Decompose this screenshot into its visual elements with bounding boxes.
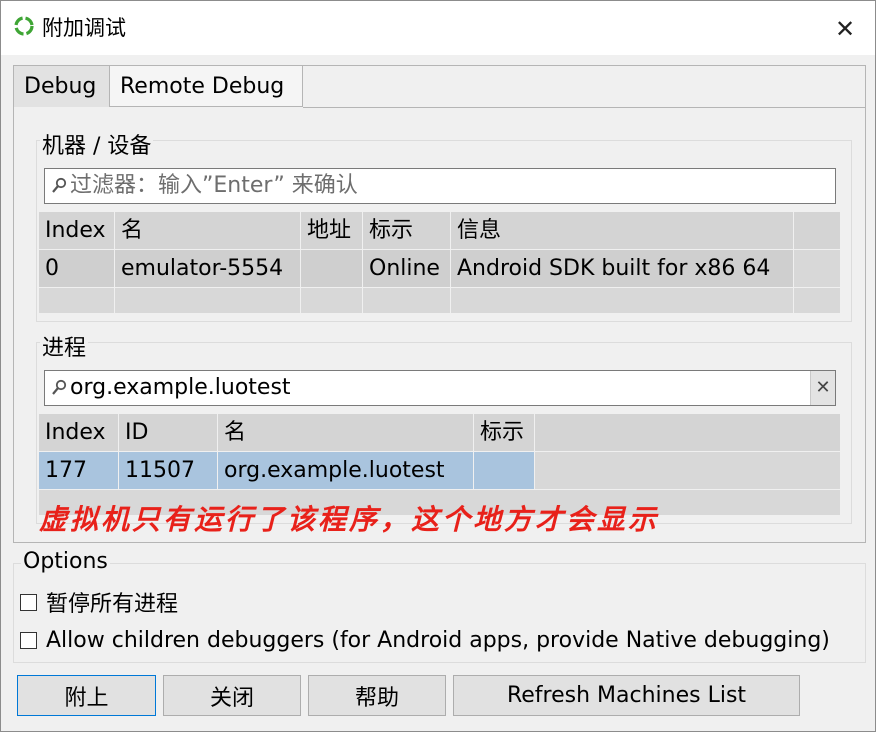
column-header[interactable]: ID [119, 414, 218, 451]
table-cell: Online [363, 250, 451, 287]
refresh-cycle-icon [13, 15, 35, 37]
close-button[interactable]: 关闭 [163, 675, 301, 716]
machines-group-title: 机器 / 设备 [40, 128, 154, 160]
table-row[interactable]: 0 emulator-5554 Online Android SDK built… [39, 250, 841, 287]
column-header[interactable]: 名 [115, 212, 301, 249]
column-header[interactable]: 信息 [451, 212, 794, 249]
table-cell: Android SDK built for x86 64 [451, 250, 794, 287]
table-cell: emulator-5554 [115, 250, 301, 287]
search-icon [48, 169, 70, 203]
machine-filter-input[interactable]: 过滤器：输入”Enter” 来确认 [44, 168, 836, 204]
checkbox-box[interactable] [20, 593, 37, 611]
table-cell-empty [451, 288, 794, 313]
allow-children-debuggers-checkbox[interactable]: Allow children debuggers (for Android ap… [20, 627, 830, 653]
column-header-filler [535, 414, 841, 451]
table-cell: 177 [39, 452, 119, 489]
table-cell [301, 250, 363, 287]
machines-header-row: Index 名 地址 标示 信息 [39, 212, 841, 249]
tab-strip-filler [303, 66, 865, 108]
close-icon[interactable]: ✕ [827, 13, 863, 45]
table-cell: org.example.luotest [218, 452, 474, 489]
process-filter-value: org.example.luotest [70, 375, 291, 400]
processes-header-row: Index ID 名 标示 [39, 414, 841, 451]
processes-group-title: 进程 [40, 330, 89, 362]
tab-debug[interactable]: Debug [14, 66, 110, 107]
table-row[interactable]: 177 11507 org.example.luotest [39, 452, 841, 489]
machines-table: Index 名 地址 标示 信息 0 emulator-5554 Online … [39, 212, 841, 315]
search-icon [48, 371, 70, 405]
column-header[interactable]: 地址 [301, 212, 363, 249]
attach-button[interactable]: 附上 [17, 675, 156, 716]
machine-filter-placeholder: 过滤器：输入”Enter” 来确认 [70, 173, 358, 198]
red-annotation-text: 虚拟机只有运行了该程序，这个地方才会显示 [39, 503, 660, 536]
clear-icon[interactable]: ✕ [810, 371, 835, 405]
table-cell-filler [794, 250, 841, 287]
refresh-machines-button[interactable]: Refresh Machines List [453, 675, 800, 716]
pause-all-label: 暂停所有进程 [46, 592, 179, 617]
attach-debug-dialog: 附加调试 ✕ Debug Remote Debug 机器 / 设备 过滤器：输入… [0, 0, 876, 732]
column-header[interactable]: Index [39, 212, 115, 249]
window-title: 附加调试 [42, 16, 126, 40]
checkbox-box[interactable] [20, 631, 37, 649]
table-cell-empty [115, 288, 301, 313]
table-cell-empty [363, 288, 451, 313]
table-cell: 0 [39, 250, 115, 287]
allow-children-label: Allow children debuggers (for Android ap… [46, 627, 830, 653]
table-cell-empty [301, 288, 363, 313]
table-cell: 11507 [119, 452, 218, 489]
options-group-title: Options [21, 549, 110, 574]
table-cell-filler [535, 452, 841, 489]
table-cell-empty [39, 288, 115, 313]
tab-container: Debug Remote Debug 机器 / 设备 过滤器：输入”Enter”… [13, 65, 866, 543]
column-header-filler [794, 212, 841, 249]
title-bar: 附加调试 ✕ [1, 1, 875, 55]
process-filter-input[interactable]: org.example.luotest ✕ [44, 370, 836, 406]
column-header[interactable]: 名 [218, 414, 474, 451]
column-header[interactable]: Index [39, 414, 119, 451]
column-header[interactable]: 标示 [363, 212, 451, 249]
help-button[interactable]: 帮助 [308, 675, 446, 716]
table-cell-empty [794, 288, 841, 313]
pause-all-processes-checkbox[interactable]: 暂停所有进程 [20, 589, 179, 617]
debug-tab-panel: 机器 / 设备 过滤器：输入”Enter” 来确认 Index 名 地址 标示 … [16, 108, 861, 539]
table-row-empty [39, 288, 841, 313]
tab-remote-debug[interactable]: Remote Debug [110, 66, 303, 107]
process-row-selected: 177 11507 org.example.luotest [39, 452, 535, 489]
table-cell [474, 452, 535, 489]
column-header[interactable]: 标示 [474, 414, 535, 451]
